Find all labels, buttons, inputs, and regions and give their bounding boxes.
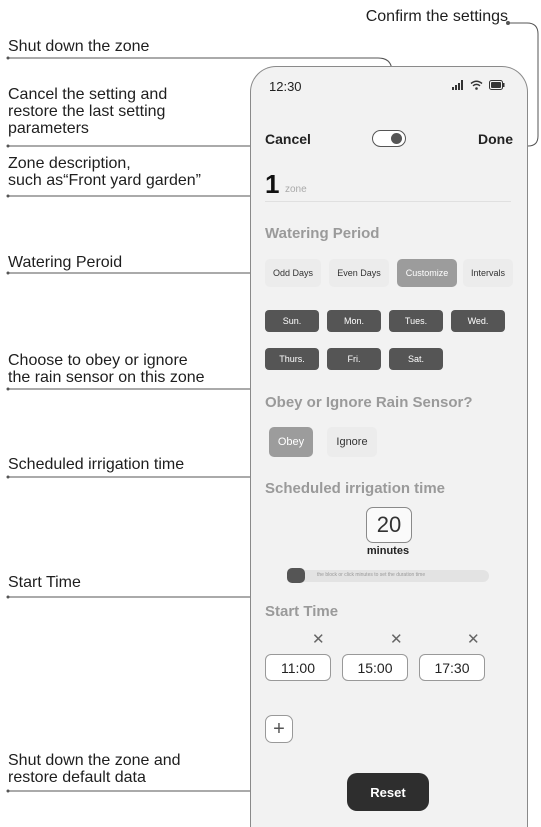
callout-reset-line: restore default data	[8, 769, 146, 786]
callout-start-time: Start Time	[8, 574, 81, 591]
start-time-title: Start Time	[265, 603, 339, 620]
duration-slider-handle[interactable]	[287, 568, 305, 583]
callout-cancel: Cancel the setting and restore the last …	[8, 86, 167, 137]
day-sun[interactable]: Sun.	[265, 310, 319, 332]
duration-slider-hint: the block or click minutes to set the du…	[317, 572, 426, 578]
day-fri[interactable]: Fri.	[327, 348, 381, 370]
battery-icon	[489, 80, 505, 90]
rain-sensor-title: Obey or Ignore Rain Sensor?	[265, 394, 473, 411]
day-wed[interactable]: Wed.	[451, 310, 505, 332]
start-time-2[interactable]: 15:00	[342, 654, 408, 681]
start-time-3[interactable]: 17:30	[419, 654, 485, 681]
odd-days-option[interactable]: Odd Days	[265, 259, 321, 287]
day-sat[interactable]: Sat.	[389, 348, 443, 370]
callout-cancel-line: restore the last setting	[8, 103, 166, 120]
callout-scheduled: Scheduled irrigation time	[8, 456, 185, 473]
add-start-time-button[interactable]: +	[265, 715, 293, 743]
scheduled-time-title: Scheduled irrigation time	[265, 480, 446, 497]
intervals-option[interactable]: Intervals	[463, 259, 513, 287]
done-button[interactable]: Done	[478, 131, 513, 147]
watering-period-title: Watering Period	[265, 225, 380, 242]
cancel-button[interactable]: Cancel	[265, 131, 311, 147]
day-mon[interactable]: Mon.	[327, 310, 381, 332]
ignore-option[interactable]: Ignore	[327, 427, 377, 457]
remove-time-3-icon[interactable]: ✕	[467, 630, 480, 648]
even-days-option[interactable]: Even Days	[329, 259, 389, 287]
callout-cancel-line: parameters	[8, 120, 89, 137]
duration-value[interactable]: 20	[366, 507, 412, 543]
signal-icon	[452, 80, 463, 90]
day-thurs[interactable]: Thurs.	[265, 348, 319, 370]
day-tues[interactable]: Tues.	[389, 310, 443, 332]
status-time: 12:30	[269, 79, 302, 94]
callout-reset: Shut down the zone and restore default d…	[8, 752, 181, 786]
callout-confirm: Confirm the settings	[365, 8, 508, 25]
zone-description-input[interactable]: zone	[285, 184, 307, 195]
status-bar: 12:30	[251, 67, 527, 115]
callout-rain-sensor: Choose to obey or ignore the rain sensor…	[8, 352, 205, 386]
callout-zone-line: Zone description,	[8, 155, 131, 172]
remove-time-2-icon[interactable]: ✕	[390, 630, 403, 648]
status-icons	[452, 80, 505, 90]
callout-shutdown: Shut down the zone	[8, 38, 150, 55]
toggle-knob	[391, 133, 402, 144]
callout-cancel-line: Cancel the setting and	[8, 86, 168, 103]
callout-rain-line: the rain sensor on this zone	[8, 369, 205, 386]
wifi-icon	[470, 80, 483, 90]
zone-power-toggle[interactable]	[372, 130, 406, 147]
callout-zone-description: Zone description, such as“Front yard gar…	[8, 155, 201, 189]
callout-rain-line: Choose to obey or ignore	[8, 352, 188, 369]
customize-option[interactable]: Customize	[397, 259, 457, 287]
zone-input-underline	[265, 201, 511, 202]
obey-option[interactable]: Obey	[269, 427, 313, 457]
callout-zone-line: such as“Front yard garden”	[8, 172, 201, 189]
callout-reset-line: Shut down the zone and	[8, 752, 181, 769]
reset-button[interactable]: Reset	[347, 773, 429, 811]
remove-time-1-icon[interactable]: ✕	[312, 630, 325, 648]
duration-unit[interactable]: minutes	[366, 545, 410, 557]
phone-screen: 12:30 Cancel Done 1 zone Watering Period…	[250, 66, 528, 827]
start-time-1[interactable]: 11:00	[265, 654, 331, 681]
callout-watering: Watering Peroid	[8, 254, 123, 271]
zone-number: 1	[265, 169, 280, 199]
